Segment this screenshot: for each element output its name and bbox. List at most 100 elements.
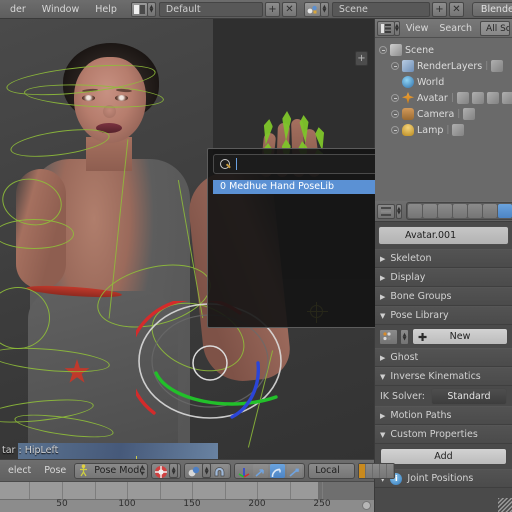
menu-select[interactable]: elect	[3, 465, 36, 476]
datablock-name-field[interactable]: Avatar.001	[378, 226, 509, 245]
camera-data-icon[interactable]	[463, 108, 476, 120]
pose-library-search-popup[interactable]: 0 Medhue Hand PoseLib	[207, 148, 399, 328]
transform-orientation-dropdown[interactable]: Local	[308, 462, 355, 479]
outliner-menu-search[interactable]: Search	[434, 19, 477, 38]
properties-type-spinner[interactable]: ▲ ▼	[396, 203, 402, 219]
ik-solver-dropdown[interactable]: Standard	[430, 387, 507, 405]
layer-cell-4[interactable]	[380, 463, 387, 478]
menu-window[interactable]: Window	[34, 0, 87, 19]
menu-pose[interactable]: Pose	[39, 465, 71, 476]
bone-data-icon[interactable]	[501, 92, 512, 104]
screen-layout-spinner[interactable]: ▲ ▼	[146, 1, 156, 17]
expand-icon[interactable]	[379, 46, 387, 54]
properties-icon[interactable]	[377, 203, 395, 219]
panel-ghost[interactable]: ▶ Ghost	[375, 348, 512, 367]
add-scene-button[interactable]: +	[431, 1, 447, 17]
new-pose-library-button[interactable]: ✚ New	[412, 328, 508, 345]
expand-icon[interactable]	[391, 110, 399, 118]
lamp-data-icon[interactable]	[452, 124, 465, 136]
outliner-icon[interactable]	[377, 20, 395, 36]
snap-magnet-icon[interactable]	[213, 463, 229, 478]
delete-screen-button[interactable]: ✕	[281, 1, 297, 17]
scene-spinner[interactable]: ▲ ▼	[319, 1, 329, 17]
search-input[interactable]	[213, 154, 393, 174]
layer-cell-1[interactable]	[358, 463, 366, 478]
add-screen-button[interactable]: +	[264, 1, 280, 17]
browse-pose-spinner[interactable]: ▲ ▼	[400, 328, 409, 345]
expand-icon[interactable]	[391, 62, 399, 70]
panel-skeleton[interactable]: ▶ Skeleton	[375, 249, 512, 268]
manipulator-toggle-icon[interactable]	[237, 464, 251, 478]
outliner-row-lamp[interactable]: Lamp |	[375, 122, 512, 138]
panel-joint-positions[interactable]: ▼ i Joint Positions	[375, 469, 512, 488]
browse-pose-icon[interactable]	[379, 328, 398, 345]
bone-icon[interactable]	[486, 92, 499, 104]
scene-name-field[interactable]: Scene	[331, 1, 430, 17]
object-tab[interactable]	[467, 204, 482, 218]
new-button-label: New	[449, 331, 471, 342]
add-custom-property-button[interactable]: Add	[380, 448, 507, 465]
outliner-row-world[interactable]: World	[375, 74, 512, 90]
screen-name-field[interactable]: Default	[158, 1, 263, 17]
interaction-mode-dropdown[interactable]: Pose Mode ▲ ▼	[74, 462, 149, 479]
render-engine-dropdown[interactable]: Blender Render	[471, 1, 512, 17]
window-resize-grip[interactable]	[498, 498, 512, 512]
screen-layout-selector[interactable]: ▲ ▼ Default + ✕	[130, 1, 297, 17]
pivot-point-selector[interactable]: ▲ ▼	[151, 462, 182, 479]
pose-icon[interactable]	[471, 92, 484, 104]
custom-properties-body: Add	[375, 444, 512, 469]
scene-icon	[390, 44, 402, 56]
layer-cell-3[interactable]	[373, 463, 380, 478]
armature-tab[interactable]	[497, 204, 512, 218]
renderlayers-tab[interactable]	[422, 204, 437, 218]
properties-editor[interactable]: ▲ ▼ Avatar.001 ▶ Skeleton ▶ Display ▶ Bon…	[375, 201, 512, 512]
menu-help[interactable]: Help	[87, 0, 125, 19]
timeline-scroll-handle[interactable]	[362, 501, 371, 510]
layer-cell-2[interactable]	[366, 463, 373, 478]
panel-display[interactable]: ▶ Display	[375, 268, 512, 287]
render-tab[interactable]	[407, 204, 422, 218]
panel-inverse-kinematics[interactable]: ▼ Inverse Kinematics	[375, 367, 512, 386]
timeline-editor[interactable]: 50 100 150 200 250	[0, 481, 374, 512]
rotate-manipulator[interactable]	[270, 463, 286, 478]
chevron-down-icon: ▼	[380, 372, 386, 381]
outliner-row-avatar[interactable]: Avatar |	[375, 90, 512, 106]
pivot-spinner[interactable]: ▲ ▼	[169, 463, 179, 478]
timeline-tick-label: 150	[183, 499, 201, 509]
manipulator-controls[interactable]	[234, 462, 306, 479]
snap-element-spinner[interactable]: ▲ ▼	[202, 463, 212, 478]
scene-tab[interactable]	[437, 204, 452, 218]
outliner-row-scene[interactable]: Scene	[375, 42, 512, 58]
snapping-controls[interactable]: ▲ ▼	[184, 462, 232, 479]
expand-icon[interactable]	[391, 94, 399, 102]
outliner-editor[interactable]: ▲▼ View Search All Scene Scene RenderLay…	[375, 19, 512, 201]
outliner-display-mode[interactable]: All Scene	[480, 20, 510, 36]
pose-mode-icon	[77, 464, 90, 477]
properties-header: ▲ ▼	[375, 201, 512, 222]
panel-motion-paths[interactable]: ▶ Motion Paths	[375, 406, 512, 425]
plus-icon: ✚	[418, 331, 428, 344]
scale-manipulator[interactable]	[287, 463, 303, 478]
translate-manipulator[interactable]	[253, 463, 269, 478]
panel-label: Ghost	[390, 351, 419, 363]
scene-selector[interactable]: ▲ ▼ Scene + ✕	[303, 1, 464, 17]
modifier-icon[interactable]	[456, 92, 469, 104]
outliner-row-renderlayers[interactable]: RenderLayers |	[375, 58, 512, 74]
viewport-panel-toggle[interactable]: +	[355, 51, 368, 66]
panel-bone-groups[interactable]: ▶ Bone Groups	[375, 287, 512, 306]
armature-icon	[402, 92, 414, 104]
renderlayer-data-icon[interactable]	[491, 60, 504, 72]
row-separator: |	[446, 125, 450, 135]
expand-icon[interactable]	[391, 126, 399, 134]
constraints-tab[interactable]	[482, 204, 497, 218]
layer-cell-5[interactable]	[387, 463, 394, 478]
panel-pose-library[interactable]: ▼ Pose Library	[375, 306, 512, 325]
outliner-row-camera[interactable]: Camera |	[375, 106, 512, 122]
delete-scene-button[interactable]: ✕	[448, 1, 464, 17]
menu-render[interactable]: der	[2, 0, 34, 19]
outliner-menu-view[interactable]: View	[400, 19, 435, 38]
search-result-item[interactable]: 0 Medhue Hand PoseLib	[213, 180, 393, 194]
panel-custom-properties[interactable]: ▼ Custom Properties	[375, 425, 512, 444]
world-tab[interactable]	[452, 204, 467, 218]
scene-layers-selector[interactable]	[357, 462, 395, 479]
